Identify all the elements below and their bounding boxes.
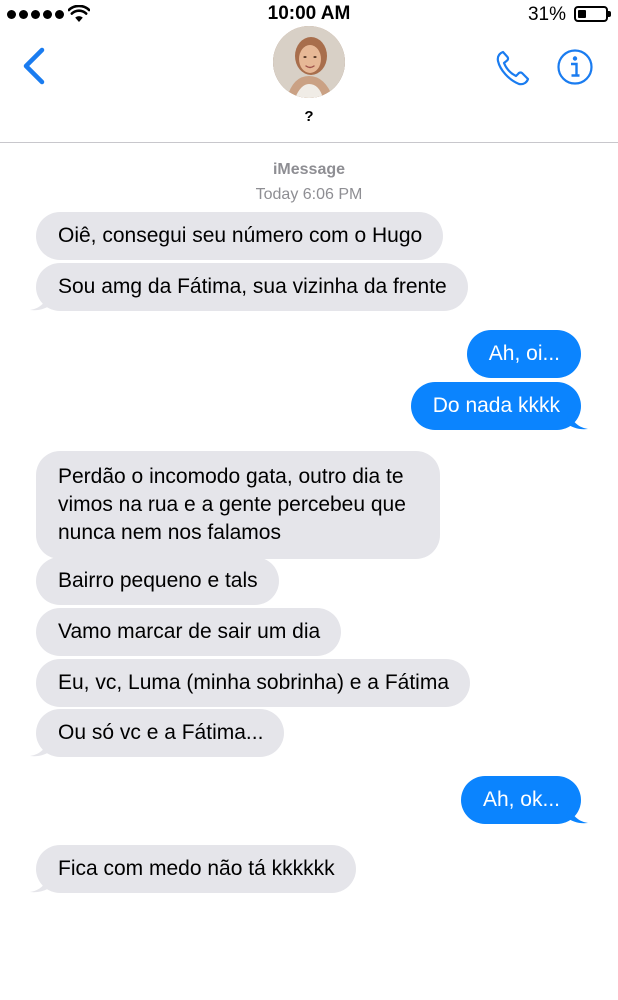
battery-icon [574,6,611,22]
message-bubble-incoming[interactable]: Bairro pequeno e tals [36,557,279,605]
message-bubble-outgoing[interactable]: Ah, ok... [460,776,581,824]
contact-avatar[interactable] [273,26,345,98]
message-bubble-outgoing[interactable]: Do nada kkkk [410,382,581,430]
bubble-tail-incoming [30,736,52,757]
message-timestamp: Today 6:06 PM [255,186,363,203]
bubble-tail-incoming [30,872,52,893]
conversation-header: ? [0,26,618,143]
battery-percentage: 31% [527,4,566,25]
message-bubble-incoming[interactable]: Vamo marcar de sair um dia [36,608,342,656]
message-bubble-incoming[interactable]: Eu, vc, Luma (minha sobrinha) e a Fátima [36,659,471,707]
message-bubble-incoming[interactable]: Fica com medo não tá kkkkkk [36,845,356,893]
info-icon[interactable] [556,48,594,86]
message-bubble-outgoing[interactable]: Ah, oi... [466,330,581,378]
message-bubble-incoming[interactable]: Sou amg da Fátima, sua vizinha da frente [36,263,468,311]
back-chevron-icon[interactable] [18,44,52,88]
phone-icon[interactable] [494,48,532,88]
service-label: iMessage [272,161,346,178]
contact-name[interactable]: ? [0,108,618,125]
message-bubble-incoming[interactable]: Oiê, consegui seu número com o Hugo [36,212,444,260]
bubble-tail-outgoing [566,803,588,824]
bubble-tail-incoming [30,290,52,311]
message-bubble-incoming[interactable]: Perdão o incomodo gata, outro dia te vim… [36,451,440,559]
bubble-tail-outgoing [566,409,588,430]
message-bubble-incoming[interactable]: Ou só vc e a Fátima... [36,709,285,757]
status-time: 10:00 AM [267,3,351,24]
thread-meta: iMessage Today 6:06 PM [0,161,618,204]
